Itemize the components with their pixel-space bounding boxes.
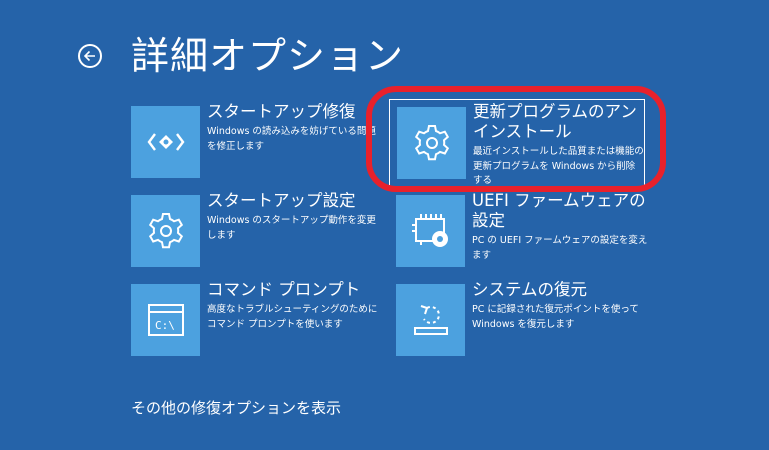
option-title: システムの復元: [472, 280, 588, 299]
gear-icon: [414, 125, 449, 161]
option-description: Windows のスタートアップ動作を変更します: [207, 215, 376, 241]
option-title: スタートアップ設定: [207, 191, 356, 210]
option-description: Windows の読み込みを妨げている問題を修正します: [207, 126, 376, 152]
option-title: 更新プログラムのアンインストール: [473, 102, 637, 141]
uninstall-updates-option[interactable]: 更新プログラムのアンインストール 最近インストールした品質または機能の更新プログ…: [389, 99, 645, 187]
option-description: PC に記録された復元ポイントを使って Windows を復元します: [472, 304, 639, 330]
command-prompt-option[interactable]: C:\ コマンド プロンプト 高度なトラブルシューティングのためにコマンド プロ…: [131, 280, 383, 356]
startup-settings-icon-box: [131, 195, 200, 267]
terminal-icon: C:\: [147, 304, 184, 336]
option-title: コマンド プロンプト: [207, 280, 361, 299]
uefi-icon-box: [396, 195, 465, 267]
option-description: 高度なトラブルシューティングのためにコマンド プロンプトを使います: [207, 304, 378, 330]
option-description: 最近インストールした品質または機能の更新プログラムを Windows から削除す…: [473, 146, 644, 186]
option-title: スタートアップ修復: [207, 102, 356, 121]
system-restore-option[interactable]: システムの復元 PC に記録された復元ポイントを使って Windows を復元し…: [396, 280, 648, 356]
uninstall-updates-icon-box: [397, 107, 466, 179]
startup-repair-option[interactable]: スタートアップ修復 Windows の読み込みを妨げている問題を修正します: [131, 102, 383, 178]
restore-icon: [413, 305, 448, 335]
chip-gear-icon: [411, 214, 448, 247]
startup-repair-icon-box: [131, 106, 200, 178]
gear-icon: [148, 213, 183, 249]
svg-text:C:\: C:\: [155, 319, 175, 332]
back-button[interactable]: [78, 44, 102, 68]
page-title: 詳細オプション: [131, 34, 405, 78]
startup-settings-option[interactable]: スタートアップ設定 Windows のスタートアップ動作を変更します: [131, 191, 383, 267]
option-description: PC の UEFI ファームウェアの設定を変えます: [472, 235, 648, 261]
uefi-firmware-option[interactable]: UEFI ファームウェアの設定 PC の UEFI ファームウェアの設定を変えま…: [396, 191, 648, 267]
system-restore-icon-box: [396, 284, 465, 356]
command-prompt-icon-box: C:\: [131, 284, 200, 356]
arrow-left-icon: [83, 50, 95, 62]
more-repair-options-link[interactable]: その他の修復オプションを表示: [131, 397, 341, 418]
option-title: UEFI ファームウェアの設定: [472, 191, 646, 230]
code-diamond-icon: [147, 133, 184, 151]
